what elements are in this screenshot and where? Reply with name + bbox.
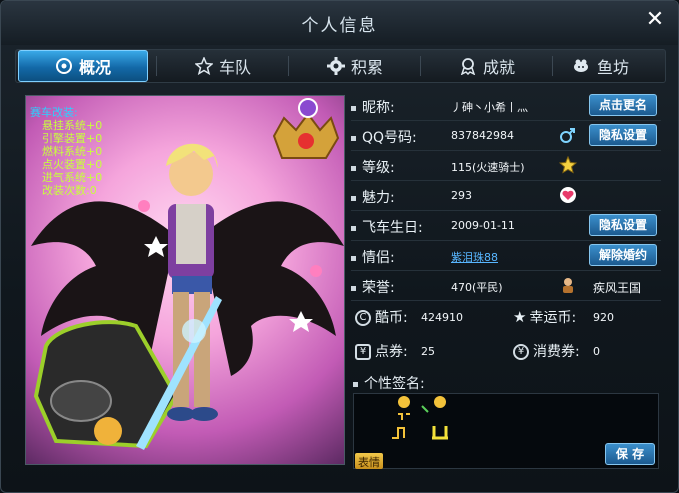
partner-label: 情侣: — [362, 250, 395, 266]
modification-stats: 赛车改装: 悬挂系统+0 引擎装置+0 燃料系统+0 点火装置+0 进气系统+0… — [30, 106, 102, 197]
stat-line: 点火装置+0 — [42, 158, 103, 171]
tab-label: 积累 — [350, 58, 383, 77]
charm-value: 293 — [451, 189, 472, 202]
title-bar: 个人信息 ✕ — [1, 1, 678, 45]
rename-button[interactable]: 点击更名 — [589, 94, 657, 116]
coupon-value: 25 — [421, 345, 435, 358]
tab-label: 鱼坊 — [596, 58, 629, 77]
nickname-label: 昵称: — [362, 100, 395, 116]
birthday-row: 飞车生日: 2009-01-11 隐私设置 — [351, 211, 661, 241]
save-button[interactable]: 保 存 — [605, 443, 655, 465]
stat-line: 燃料系统+0 — [42, 145, 103, 158]
gear-icon — [326, 57, 345, 75]
avatar-preview: 赛车改装: 悬挂系统+0 引擎装置+0 燃料系统+0 点火装置+0 进气系统+0… — [25, 95, 345, 465]
tab-label: 概况 — [78, 58, 111, 77]
tab-label: 成就 — [482, 58, 515, 77]
level-row: 等级: 115(火速骑士) — [351, 151, 661, 181]
level-value: 115(火速骑士) — [451, 161, 525, 174]
qq-label: QQ号码: — [362, 130, 417, 146]
coupon-icon: ¥ — [355, 344, 371, 360]
honor-label: 荣誉: — [362, 280, 395, 296]
birthday-privacy-button[interactable]: 隐私设置 — [589, 214, 657, 236]
window-title: 个人信息 — [301, 16, 378, 36]
qq-privacy-button[interactable]: 隐私设置 — [589, 124, 657, 146]
birthday-label: 飞车生日: — [362, 220, 423, 236]
qq-value: 837842984 — [451, 129, 514, 142]
honor-value: 470(平民) — [451, 281, 503, 294]
citizen-icon — [563, 278, 573, 293]
kingdom-name: 疾风王国 — [593, 281, 642, 295]
target-icon — [55, 57, 73, 75]
divorce-button[interactable]: 解除婚约 — [589, 244, 657, 266]
stats-title: 赛车改装: — [30, 106, 78, 119]
tab-fish-shop[interactable]: 鱼坊 — [536, 50, 666, 82]
level-label: 等级: — [362, 160, 395, 176]
stat-line: 悬挂系统+0 — [42, 119, 103, 132]
nickname-row: 昵称: 丿砷丶小希丨灬 点击更名 — [351, 91, 661, 121]
personal-info-window: 个人信息 ✕ 概况 车队 积累 成就 鱼坊 赛车改装: 悬挂系统+0 引擎装置+… — [0, 0, 679, 493]
nickname-value: 丿砷丶小希丨灬 — [451, 101, 528, 114]
stat-line: 引擎装置+0 — [42, 132, 103, 145]
tab-team[interactable]: 车队 — [158, 50, 288, 82]
tab-label: 车队 — [218, 58, 251, 77]
tab-overview[interactable]: 概况 — [18, 50, 148, 82]
consume-coupon-icon: ¥ — [513, 344, 529, 360]
qq-row: QQ号码: 837842984 隐私设置 — [351, 121, 661, 151]
stat-line: 改装次数:0 — [42, 184, 97, 197]
honor-row: 荣誉: 470(平民) 疾风王国 — [351, 271, 661, 301]
partner-link[interactable]: 紫泪珠88 — [451, 249, 498, 265]
star-icon — [194, 57, 213, 75]
lucky-coin-value: 920 — [593, 311, 614, 324]
consume-coupon-value: 0 — [593, 345, 600, 358]
heart-icon — [560, 187, 576, 203]
coin-icon: C — [355, 310, 371, 326]
cool-coin-label: C 酷币: — [355, 307, 408, 327]
lucky-coin-label: ★ 幸运币: — [513, 308, 577, 326]
close-icon[interactable]: ✕ — [644, 9, 666, 31]
fish-icon — [573, 57, 591, 75]
medal-icon — [459, 57, 477, 75]
tab-achievement[interactable]: 成就 — [422, 50, 552, 82]
birthday-value: 2009-01-11 — [451, 219, 515, 232]
gender-male-icon — [560, 128, 575, 143]
emoji-button[interactable]: 表情 — [355, 453, 383, 469]
charm-label: 魅力: — [362, 190, 395, 206]
stat-line: 进气系统+0 — [42, 171, 103, 184]
coupon-label: ¥ 点券: — [355, 341, 408, 361]
signature-label: 个性签名: — [353, 373, 425, 393]
lucky-star-icon: ★ — [513, 308, 527, 326]
signature-emoticons — [392, 396, 448, 440]
partner-row: 情侣: 紫泪珠88 解除婚约 — [351, 241, 661, 271]
charm-row: 魅力: 293 — [351, 181, 661, 211]
tab-bar: 概况 车队 积累 成就 鱼坊 — [15, 49, 666, 83]
cool-coin-value: 424910 — [421, 311, 463, 324]
level-star-icon — [559, 156, 577, 174]
tab-accumulate[interactable]: 积累 — [290, 50, 420, 82]
consume-coupon-label: ¥ 消费券: — [513, 341, 580, 361]
